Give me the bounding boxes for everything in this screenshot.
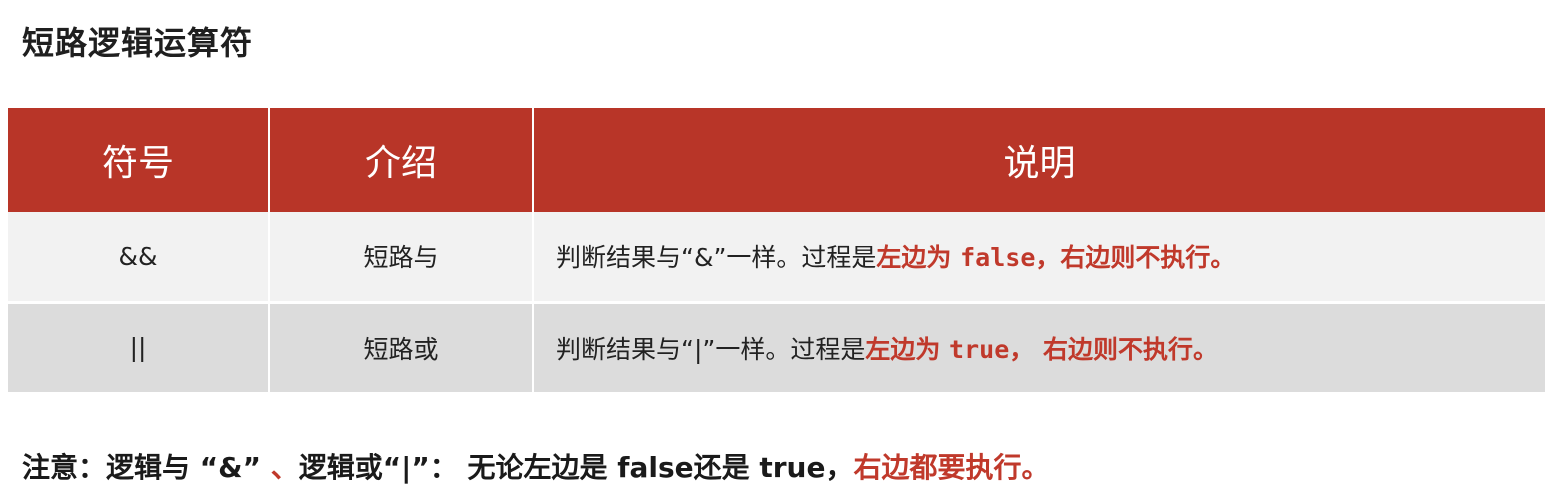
page-title: 短路逻辑运算符 xyxy=(22,24,254,62)
note-emphasis: 右边都要执行。 xyxy=(853,451,1050,484)
cell-description: 判断结果与“&”一样。过程是左边为 false，右边则不执行。 xyxy=(533,212,1545,302)
footnote: 注意：逻辑与 “&” 、逻辑或“|”： 无论左边是 false还是 true，右… xyxy=(22,446,1050,486)
header-intro: 介绍 xyxy=(269,108,534,212)
note-part2: 逻辑或“|”： 无论左边是 false还是 true， xyxy=(298,451,854,484)
cell-symbol: && xyxy=(8,212,270,302)
desc-prefix: 判断结果与“|”一样。过程是 xyxy=(556,334,866,364)
table-header-row: 符号 介绍 说明 xyxy=(8,108,1545,212)
desc-highlight-right: 右边则不执行。 xyxy=(1060,243,1236,273)
table-row: || 短路或 判断结果与“|”一样。过程是左边为 true， 右边则不执行。 xyxy=(8,302,1545,392)
desc-highlight-right: 右边则不执行。 xyxy=(1034,334,1218,364)
table-row: && 短路与 判断结果与“&”一样。过程是左边为 false，右边则不执行。 xyxy=(8,212,1545,302)
desc-prefix: 判断结果与“&”一样。过程是 xyxy=(556,243,877,273)
desc-code-value: true， xyxy=(949,334,1035,364)
slide-page: 短路逻辑运算符 符号 介绍 说明 && 短路与 判断结果与“&”一样。过程是左边… xyxy=(0,0,1563,486)
cell-name: 短路与 xyxy=(269,212,534,302)
note-part1: 注意：逻辑与 “&” xyxy=(22,451,271,484)
header-description: 说明 xyxy=(533,108,1545,212)
desc-code-value: false， xyxy=(960,243,1061,273)
cell-name: 短路或 xyxy=(269,302,534,392)
header-symbol: 符号 xyxy=(8,108,270,212)
desc-highlight-left: 左边为 xyxy=(865,334,950,364)
cell-symbol: || xyxy=(8,302,270,392)
cell-description: 判断结果与“|”一样。过程是左边为 true， 右边则不执行。 xyxy=(533,302,1545,392)
desc-highlight-left: 左边为 xyxy=(876,243,961,273)
note-separator: 、 xyxy=(270,451,299,484)
operators-table: 符号 介绍 说明 && 短路与 判断结果与“&”一样。过程是左边为 false，… xyxy=(8,108,1545,392)
